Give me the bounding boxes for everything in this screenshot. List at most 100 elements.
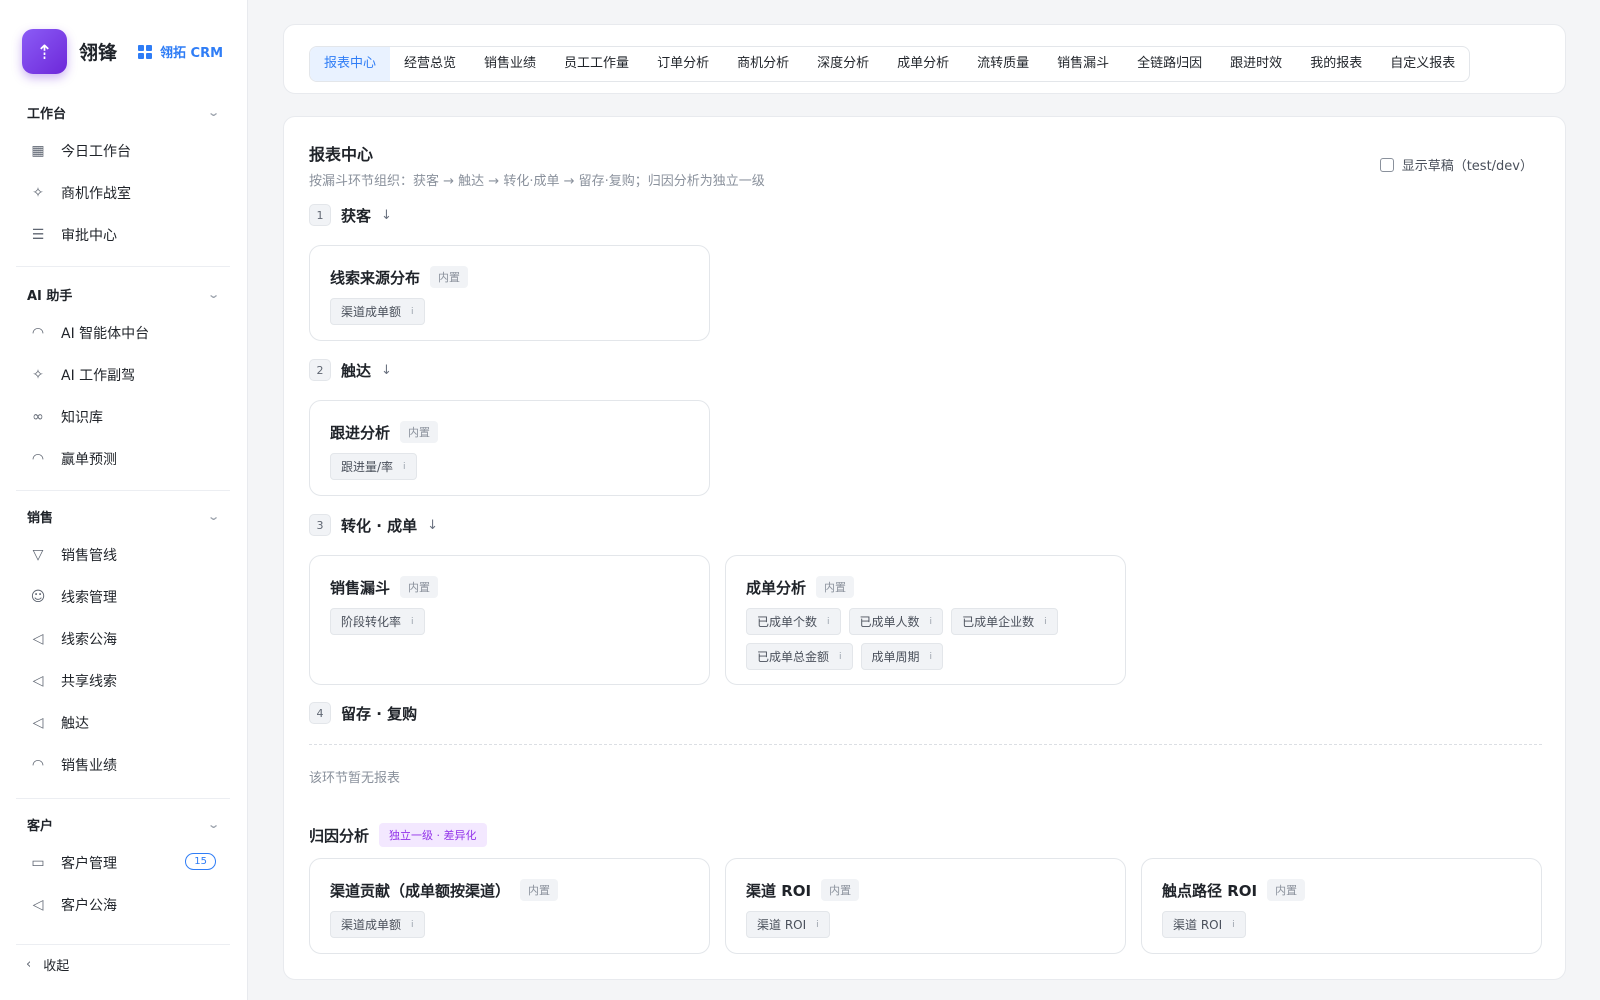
collapse-button[interactable]: ‹ 收起 [26,955,69,974]
report-card[interactable]: 渠道 ROI 内置 渠道 ROI i [725,858,1126,954]
nav-group-header[interactable]: AI 助手 ⌄ [16,276,230,312]
sidebar-item-label: 知识库 [61,410,103,426]
sidebar-item-ai-hub[interactable]: ◠ AI 智能体中台 [16,312,230,354]
sidebar-item-approval[interactable]: ☰ 审批中心 [16,214,230,256]
info-icon[interactable]: i [1232,920,1235,930]
sidebar-item-lead-pool[interactable]: ◁ 线索公海 [16,618,230,660]
show-drafts-toggle[interactable]: 显示草稿（test/dev） [1379,155,1533,174]
metric-chip[interactable]: 跟进量/率 i [330,453,417,480]
grid-icon [138,44,152,59]
sidebar-item-customers[interactable]: ▭ 客户管理 15 [16,842,230,884]
show-drafts-checkbox[interactable] [1379,157,1394,172]
sidebar-item-sales-performance[interactable]: ◠ 销售业绩 [16,744,230,786]
metric-chip[interactable]: 已成单企业数 i [951,608,1058,635]
stage-header: 2 触达 ↓ [309,359,392,381]
metric-chip[interactable]: 阶段转化率 i [330,608,425,635]
nav-group-header[interactable]: 工作台 ⌄ [16,94,230,130]
sidebar-item-ai-copilot[interactable]: ✧ AI 工作副驾 [16,354,230,396]
tab-deep-analysis[interactable]: 深度分析 [803,47,883,81]
sidebar-item-label: 线索公海 [61,632,117,648]
stage-number: 2 [309,359,331,381]
tab-deal-analysis[interactable]: 成单分析 [883,47,963,81]
chevron-left-icon: ‹ [26,957,32,972]
stage-header: 4 留存 · 复购 [309,702,417,724]
metric-chip[interactable]: 渠道 ROI i [746,911,830,938]
report-card[interactable]: 跟进分析 内置 跟进量/率 i [309,400,710,496]
metric-chip[interactable]: 渠道 ROI i [1162,911,1246,938]
report-card[interactable]: 成单分析 内置 已成单个数 i 已成单人数 i 已成单企业数 i 已成单总金额 i 成单… [725,555,1126,685]
sidebar-item-customer-pool[interactable]: ◁ 客户公海 [16,884,230,926]
arrow-down-icon: ↓ [427,517,439,533]
tab-attribution[interactable]: 全链路归因 [1123,47,1216,81]
metric-chip[interactable]: 已成单总金额 i [746,643,853,670]
metric-chip[interactable]: 已成单人数 i [848,608,944,635]
tab-overview[interactable]: 经营总览 [390,47,470,81]
tab-followup-timeliness[interactable]: 跟进时效 [1216,47,1296,81]
report-card[interactable]: 渠道贡献（成单额按渠道） 内置 渠道成单额 i [309,858,710,954]
sidebar-item-label: AI 智能体中台 [61,326,150,342]
sidebar-item-war-room[interactable]: ✧ 商机作战室 [16,172,230,214]
info-icon[interactable]: i [839,652,842,662]
report-card[interactable]: 销售漏斗 内置 阶段转化率 i [309,555,710,685]
nav-group-title: 客户 [27,818,54,834]
metric-chips: 渠道成单额 i [330,298,689,333]
tab-flow-quality[interactable]: 流转质量 [963,47,1043,81]
chevron-down-icon: ⌄ [206,105,220,119]
info-icon[interactable]: i [411,920,414,930]
crm-switcher[interactable]: 翎拓 CRM [138,42,223,61]
sidebar-item-knowledge[interactable]: ∞ 知识库 [16,396,230,438]
sidebar-item-leads[interactable]: ☺ 线索管理 [16,576,230,618]
card-icon: ▭ [31,855,45,871]
sidebar-item-shared-leads[interactable]: ◁ 共享线索 [16,660,230,702]
brand[interactable]: ⇡ 翎锋 [22,29,117,74]
tab-order-analysis[interactable]: 订单分析 [643,47,723,81]
tab-my-reports[interactable]: 我的报表 [1296,47,1376,81]
report-card-title: 渠道 ROI [746,881,812,900]
info-icon[interactable]: i [411,617,414,627]
sidebar-item-pipeline[interactable]: ▽ 销售管线 [16,534,230,576]
sidebar-item-today[interactable]: ▦ 今日工作台 [16,130,230,172]
sidebar-item-win-forecast[interactable]: ◠ 赢单预测 [16,438,230,480]
page-subtitle: 按漏斗环节组织：获客 → 触达 → 转化·成单 → 留存·复购；归因分析为独立一… [309,174,765,189]
brand-name: 翎锋 [79,42,118,64]
sidebar-item-outreach[interactable]: ◁ 触达 [16,702,230,744]
report-tabs: 报表中心 经营总览 销售业绩 员工工作量 订单分析 商机分析 深度分析 成单分析… [309,46,1471,82]
info-icon[interactable]: i [816,920,819,930]
report-card-header: 触点路径 ROI 内置 [1162,879,1306,901]
metric-chips: 渠道 ROI i [1162,911,1521,946]
tab-sales-funnel[interactable]: 销售漏斗 [1043,47,1123,81]
metric-chip[interactable]: 成单周期 i [860,643,944,670]
empty-state-text: 该环节暂无报表 [309,771,401,786]
gauge-icon: ◠ [31,451,45,467]
info-icon[interactable]: i [411,307,414,317]
info-icon[interactable]: i [403,462,406,472]
tab-report-center[interactable]: 报表中心 [310,47,391,81]
sidebar-item-label: 触达 [61,716,89,732]
report-card-title: 渠道贡献（成单额按渠道） [330,881,511,900]
filter-icon: ▽ [32,547,44,563]
chevron-down-icon: ⌄ [206,509,220,523]
info-icon[interactable]: i [930,652,933,662]
report-card-title: 成单分析 [746,578,807,597]
info-icon[interactable]: i [1044,617,1047,627]
builtin-badge: 内置 [821,879,860,901]
report-card[interactable]: 触点路径 ROI 内置 渠道 ROI i [1141,858,1542,954]
tab-custom-reports[interactable]: 自定义报表 [1376,47,1469,81]
metric-chip[interactable]: 渠道成单额 i [330,298,425,325]
nav-group-header[interactable]: 客户 ⌄ [16,806,230,842]
tab-staff-workload[interactable]: 员工工作量 [550,47,643,81]
builtin-badge: 内置 [400,576,439,598]
nav-group-header[interactable]: 销售 ⌄ [16,498,230,534]
builtin-badge: 内置 [400,421,439,443]
megaphone-icon: ◁ [32,673,44,689]
report-card[interactable]: 线索来源分布 内置 渠道成单额 i [309,245,710,341]
metric-chip[interactable]: 已成单个数 i [746,608,841,635]
metric-chip[interactable]: 渠道成单额 i [330,911,425,938]
sidebar-item-label: 今日工作台 [61,144,131,160]
dashed-divider [309,744,1542,745]
tab-sales-performance[interactable]: 销售业绩 [470,47,550,81]
info-icon[interactable]: i [930,617,933,627]
info-icon[interactable]: i [827,617,830,627]
sidebar-item-label: 线索管理 [61,590,117,606]
tab-opportunity-analysis[interactable]: 商机分析 [723,47,803,81]
